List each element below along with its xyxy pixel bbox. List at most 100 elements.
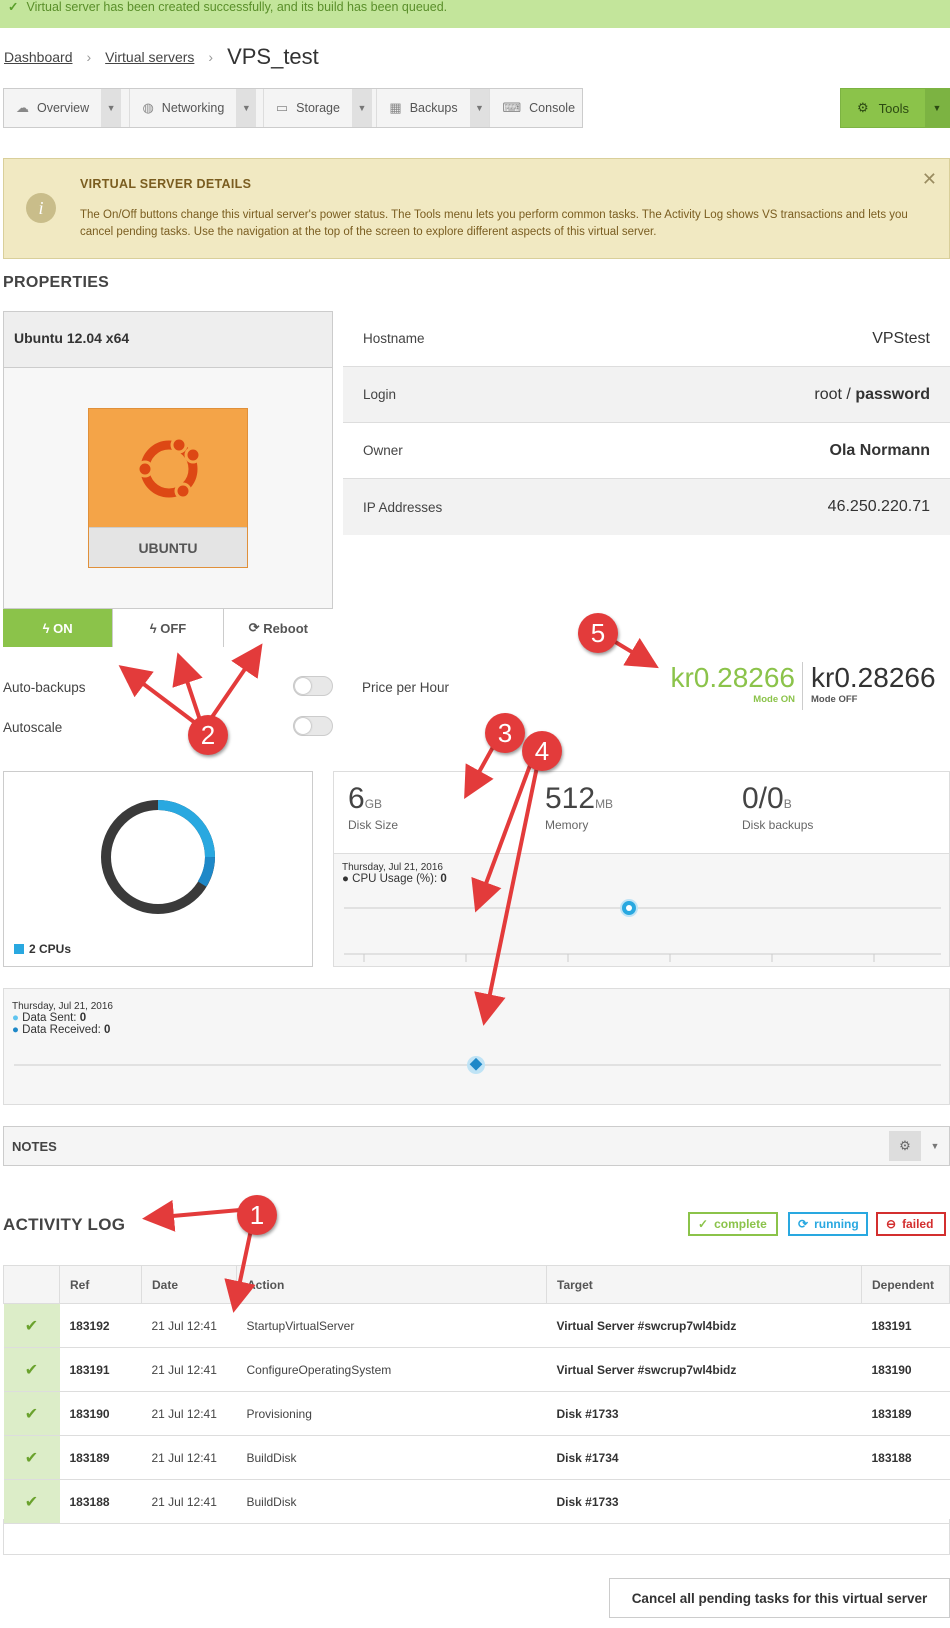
globe-icon: ◍	[142, 100, 154, 115]
info-icon: i	[26, 193, 56, 223]
tab-overview[interactable]: ☁ Overview ▼	[4, 89, 131, 127]
cpu-usage-chart	[344, 899, 941, 962]
power-on-button[interactable]: ϟ ON	[3, 609, 114, 647]
cpu-donut-segment	[157, 800, 215, 858]
reboot-button[interactable]: ⟳ Reboot	[223, 609, 333, 647]
row-action: Provisioning	[236, 1391, 547, 1436]
tools-menu[interactable]: ⚙ Tools ▼	[840, 88, 950, 128]
row-date: 21 Jul 12:41	[141, 1391, 237, 1436]
callout-1: 1	[237, 1195, 277, 1235]
row-ref: 183190	[59, 1391, 142, 1436]
row-target: Disk #1733	[546, 1479, 862, 1524]
breadcrumb-dashboard[interactable]: Dashboard	[4, 49, 73, 65]
column-header[interactable]: Date	[141, 1265, 237, 1304]
tab-backups[interactable]: ▦ Backups ▼	[377, 89, 491, 127]
callout-2: 2	[188, 715, 228, 755]
notes-panel: NOTES ⚙ ▼	[3, 1126, 950, 1166]
stats-panel: 6GB Disk Size 512MB Memory 0/0B Disk backup…	[333, 771, 950, 967]
tab-label: Storage	[296, 101, 340, 115]
ubuntu-logo-icon	[133, 433, 205, 505]
tab-console[interactable]: ⌨ Console	[490, 89, 582, 127]
filter-failed[interactable]: ⊖ failed	[876, 1212, 946, 1236]
row-target: Disk #1734	[546, 1435, 862, 1480]
disk-backups-stat: 0/0B Disk backups	[742, 782, 813, 832]
activity-log-heading: ACTIVITY LOG	[3, 1215, 126, 1234]
column-header[interactable]: Ref	[59, 1265, 142, 1304]
owner-value: Ola Normann	[829, 441, 930, 459]
breadcrumb-virtual-servers[interactable]: Virtual servers	[105, 49, 194, 65]
prop-key: Hostname	[363, 331, 425, 346]
notes-title: NOTES	[12, 1139, 57, 1154]
cpu-legend-label: 2 CPUs	[29, 942, 72, 956]
stat-row: 6GB Disk Size 512MB Memory 0/0B Disk backup…	[334, 772, 949, 854]
auto-backups-toggle[interactable]	[293, 676, 333, 696]
properties-heading: PROPERTIES	[3, 274, 110, 291]
login-password[interactable]: password	[855, 386, 930, 403]
filter-running[interactable]: ⟳ running	[788, 1212, 868, 1236]
chevron-down-icon[interactable]: ▼	[921, 1131, 949, 1161]
row-ref: 183192	[59, 1303, 142, 1348]
minus-circle-icon: ⊖	[886, 1217, 897, 1231]
row-ref: 183191	[59, 1347, 142, 1392]
tools-button[interactable]: ⚙ Tools	[841, 100, 925, 116]
backups-unit: B	[783, 797, 792, 811]
price-on: kr0.28266 Mode ON	[660, 662, 795, 705]
arrow-1a	[142, 1199, 241, 1232]
row-action: BuildDisk	[236, 1435, 547, 1480]
legend-swatch	[14, 944, 24, 954]
backups-value: 0/0	[742, 782, 784, 815]
chevron-down-icon[interactable]: ▼	[925, 89, 949, 127]
cancel-pending-button[interactable]: Cancel all pending tasks for this virtua…	[609, 1578, 950, 1618]
properties-list: Hostname VPStest Login root / password Own…	[343, 311, 950, 535]
page-title: VPS_test	[227, 44, 319, 69]
ip-row: IP Addresses 46.250.220.71	[343, 479, 950, 535]
login-separator: /	[841, 385, 856, 403]
filter-failed-label: failed	[902, 1217, 934, 1231]
autoscale-label: Autoscale	[3, 720, 63, 735]
filter-complete[interactable]: ✓ complete	[688, 1212, 778, 1236]
table-row[interactable]: ✔ 183188 21 Jul 12:41 BuildDisk Disk #1733	[3, 1479, 950, 1524]
arrow-2b	[172, 652, 203, 721]
chevron-down-icon[interactable]: ▼	[236, 89, 257, 127]
power-off-label: OFF	[160, 620, 187, 636]
terminal-icon: ⌨	[502, 100, 522, 115]
memory-stat: 512MB Memory	[545, 782, 613, 832]
autoscale-toggle[interactable]	[293, 716, 333, 736]
tab-networking[interactable]: ◍ Networking ▼	[130, 89, 264, 127]
drive-icon: ▭	[275, 100, 289, 115]
row-action: BuildDisk	[236, 1479, 547, 1524]
notes-menu[interactable]: ⚙ ▼	[889, 1131, 949, 1161]
chevron-right-icon: ›	[86, 49, 92, 65]
tab-storage[interactable]: ▭ Storage ▼	[264, 89, 378, 127]
disk-size-label: Disk Size	[348, 818, 399, 832]
close-icon[interactable]: ✕	[922, 169, 937, 190]
bolt-icon: ϟ	[42, 620, 54, 636]
chevron-down-icon[interactable]: ▼	[469, 89, 490, 127]
gear-icon[interactable]: ⚙	[889, 1131, 921, 1161]
chevron-down-icon[interactable]: ▼	[101, 89, 122, 127]
column-header[interactable]: Dependent	[861, 1265, 950, 1304]
refresh-icon: ⟳	[798, 1217, 809, 1231]
ip-value: 46.250.220.71	[827, 498, 930, 515]
auto-backups-label: Auto-backups	[3, 680, 86, 695]
column-header[interactable]: Target	[546, 1265, 862, 1304]
row-ref: 183188	[59, 1479, 142, 1524]
chevron-down-icon[interactable]: ▼	[351, 89, 372, 127]
power-off-button[interactable]: ϟ OFF	[113, 609, 224, 647]
notice-text: The On/Off buttons change this virtual s…	[80, 209, 908, 238]
table-row[interactable]: ✔ 183192 21 Jul 12:41 StartupVirtualServer V…	[3, 1303, 950, 1348]
os-logo-label: UBUNTU	[89, 527, 247, 567]
arrow-5	[610, 637, 659, 669]
table-row[interactable]: ✔ 183191 21 Jul 12:41 ConfigureOperatingSys…	[3, 1347, 950, 1392]
table-row[interactable]: ✔ 183190 21 Jul 12:41 Provisioning Disk #173…	[3, 1391, 950, 1436]
login-value: root / password	[814, 386, 930, 404]
table-row[interactable]: ✔ 183189 21 Jul 12:41 BuildDisk Disk #1734 18…	[3, 1435, 950, 1480]
gear-icon: ⚙	[856, 100, 869, 115]
column-header[interactable]: Action	[236, 1265, 547, 1304]
row-dependent: 183190	[861, 1347, 950, 1392]
price-off-mode: Mode OFF	[811, 694, 858, 705]
tab-label: Networking	[161, 101, 225, 115]
memory-unit: MB	[595, 797, 614, 811]
check-icon: ✔	[3, 1303, 60, 1348]
callout-5: 5	[578, 613, 618, 653]
